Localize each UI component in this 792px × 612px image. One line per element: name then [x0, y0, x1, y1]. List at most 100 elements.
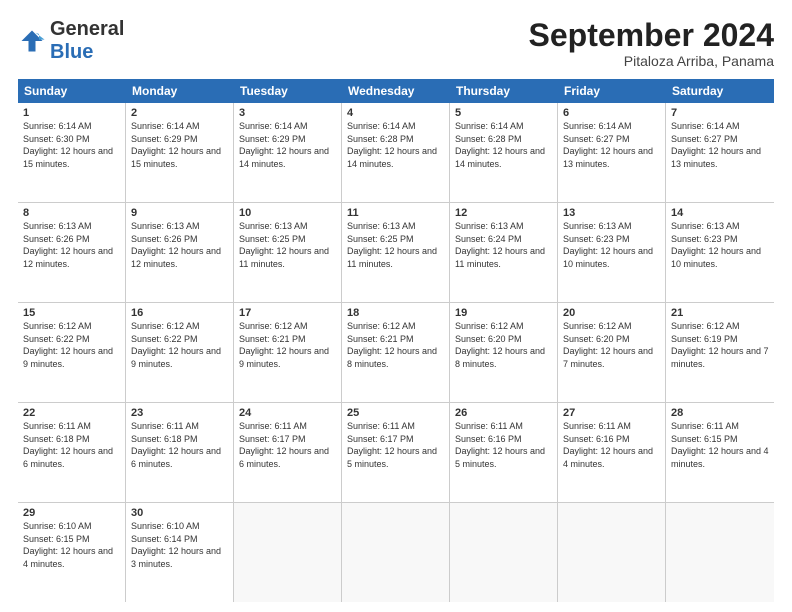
sunset-label: Sunset: 6:28 PM — [347, 134, 414, 144]
daylight-label: Daylight: 12 hours and 6 minutes. — [131, 446, 221, 469]
sunset-label: Sunset: 6:27 PM — [563, 134, 630, 144]
daylight-label: Daylight: 12 hours and 11 minutes. — [455, 246, 545, 269]
sunset-label: Sunset: 6:25 PM — [239, 234, 306, 244]
page: General Blue September 2024 Pitaloza Arr… — [0, 0, 792, 612]
sunrise-label: Sunrise: 6:10 AM — [23, 521, 92, 531]
day-cell-30: 30 Sunrise: 6:10 AM Sunset: 6:14 PM Dayl… — [126, 503, 234, 602]
day-header-monday: Monday — [126, 79, 234, 103]
day-cell-14: 14 Sunrise: 6:13 AM Sunset: 6:23 PM Dayl… — [666, 203, 774, 302]
sunset-label: Sunset: 6:30 PM — [23, 134, 90, 144]
sunrise-label: Sunrise: 6:14 AM — [671, 121, 740, 131]
day-info: Sunrise: 6:14 AM Sunset: 6:29 PM Dayligh… — [239, 120, 336, 170]
day-cell-6: 6 Sunrise: 6:14 AM Sunset: 6:27 PM Dayli… — [558, 103, 666, 202]
day-number: 20 — [563, 307, 660, 319]
day-info: Sunrise: 6:13 AM Sunset: 6:26 PM Dayligh… — [23, 220, 120, 270]
logo-text: General Blue — [50, 18, 124, 64]
daylight-label: Daylight: 12 hours and 13 minutes. — [563, 146, 653, 169]
day-number: 10 — [239, 207, 336, 219]
day-number: 28 — [671, 407, 769, 419]
day-cell-2: 2 Sunrise: 6:14 AM Sunset: 6:29 PM Dayli… — [126, 103, 234, 202]
day-number: 13 — [563, 207, 660, 219]
sunset-label: Sunset: 6:26 PM — [131, 234, 198, 244]
daylight-label: Daylight: 12 hours and 14 minutes. — [239, 146, 329, 169]
day-number: 24 — [239, 407, 336, 419]
empty-cell — [558, 503, 666, 602]
day-cell-1: 1 Sunrise: 6:14 AM Sunset: 6:30 PM Dayli… — [18, 103, 126, 202]
daylight-label: Daylight: 12 hours and 4 minutes. — [563, 446, 653, 469]
sunset-label: Sunset: 6:21 PM — [239, 334, 306, 344]
day-cell-18: 18 Sunrise: 6:12 AM Sunset: 6:21 PM Dayl… — [342, 303, 450, 402]
day-info: Sunrise: 6:12 AM Sunset: 6:22 PM Dayligh… — [131, 320, 228, 370]
sunrise-label: Sunrise: 6:13 AM — [347, 221, 416, 231]
daylight-label: Daylight: 12 hours and 3 minutes. — [131, 546, 221, 569]
calendar-week-4: 22 Sunrise: 6:11 AM Sunset: 6:18 PM Dayl… — [18, 403, 774, 503]
daylight-label: Daylight: 12 hours and 8 minutes. — [455, 346, 545, 369]
sunrise-label: Sunrise: 6:11 AM — [671, 421, 739, 431]
sunset-label: Sunset: 6:15 PM — [671, 434, 738, 444]
day-info: Sunrise: 6:11 AM Sunset: 6:18 PM Dayligh… — [131, 420, 228, 470]
day-number: 11 — [347, 207, 444, 219]
empty-cell — [234, 503, 342, 602]
day-number: 14 — [671, 207, 769, 219]
day-cell-5: 5 Sunrise: 6:14 AM Sunset: 6:28 PM Dayli… — [450, 103, 558, 202]
day-number: 23 — [131, 407, 228, 419]
calendar-week-3: 15 Sunrise: 6:12 AM Sunset: 6:22 PM Dayl… — [18, 303, 774, 403]
day-number: 21 — [671, 307, 769, 319]
day-number: 16 — [131, 307, 228, 319]
day-cell-29: 29 Sunrise: 6:10 AM Sunset: 6:15 PM Dayl… — [18, 503, 126, 602]
sunset-label: Sunset: 6:16 PM — [563, 434, 630, 444]
day-number: 30 — [131, 507, 228, 519]
day-number: 12 — [455, 207, 552, 219]
sunset-label: Sunset: 6:28 PM — [455, 134, 522, 144]
day-cell-17: 17 Sunrise: 6:12 AM Sunset: 6:21 PM Dayl… — [234, 303, 342, 402]
sunset-label: Sunset: 6:18 PM — [23, 434, 90, 444]
sunset-label: Sunset: 6:29 PM — [131, 134, 198, 144]
sunrise-label: Sunrise: 6:12 AM — [131, 321, 200, 331]
day-cell-12: 12 Sunrise: 6:13 AM Sunset: 6:24 PM Dayl… — [450, 203, 558, 302]
daylight-label: Daylight: 12 hours and 11 minutes. — [347, 246, 437, 269]
sunrise-label: Sunrise: 6:11 AM — [455, 421, 523, 431]
calendar-week-2: 8 Sunrise: 6:13 AM Sunset: 6:26 PM Dayli… — [18, 203, 774, 303]
day-number: 15 — [23, 307, 120, 319]
day-info: Sunrise: 6:11 AM Sunset: 6:17 PM Dayligh… — [347, 420, 444, 470]
sunrise-label: Sunrise: 6:12 AM — [239, 321, 308, 331]
day-info: Sunrise: 6:11 AM Sunset: 6:16 PM Dayligh… — [455, 420, 552, 470]
sunrise-label: Sunrise: 6:11 AM — [239, 421, 307, 431]
day-number: 29 — [23, 507, 120, 519]
daylight-label: Daylight: 12 hours and 9 minutes. — [131, 346, 221, 369]
empty-cell — [450, 503, 558, 602]
daylight-label: Daylight: 12 hours and 10 minutes. — [671, 246, 761, 269]
daylight-label: Daylight: 12 hours and 9 minutes. — [23, 346, 113, 369]
calendar-week-5: 29 Sunrise: 6:10 AM Sunset: 6:15 PM Dayl… — [18, 503, 774, 602]
day-number: 27 — [563, 407, 660, 419]
sunrise-label: Sunrise: 6:11 AM — [563, 421, 631, 431]
day-info: Sunrise: 6:12 AM Sunset: 6:20 PM Dayligh… — [563, 320, 660, 370]
calendar-week-1: 1 Sunrise: 6:14 AM Sunset: 6:30 PM Dayli… — [18, 103, 774, 203]
day-cell-24: 24 Sunrise: 6:11 AM Sunset: 6:17 PM Dayl… — [234, 403, 342, 502]
day-info: Sunrise: 6:13 AM Sunset: 6:23 PM Dayligh… — [563, 220, 660, 270]
day-number: 5 — [455, 107, 552, 119]
day-info: Sunrise: 6:11 AM Sunset: 6:18 PM Dayligh… — [23, 420, 120, 470]
day-cell-13: 13 Sunrise: 6:13 AM Sunset: 6:23 PM Dayl… — [558, 203, 666, 302]
sunset-label: Sunset: 6:17 PM — [239, 434, 306, 444]
sunrise-label: Sunrise: 6:13 AM — [671, 221, 740, 231]
day-number: 18 — [347, 307, 444, 319]
day-number: 1 — [23, 107, 120, 119]
sunset-label: Sunset: 6:26 PM — [23, 234, 90, 244]
day-number: 17 — [239, 307, 336, 319]
sunset-label: Sunset: 6:23 PM — [563, 234, 630, 244]
daylight-label: Daylight: 12 hours and 14 minutes. — [347, 146, 437, 169]
daylight-label: Daylight: 12 hours and 12 minutes. — [23, 246, 113, 269]
day-cell-27: 27 Sunrise: 6:11 AM Sunset: 6:16 PM Dayl… — [558, 403, 666, 502]
sunset-label: Sunset: 6:22 PM — [23, 334, 90, 344]
sunset-label: Sunset: 6:25 PM — [347, 234, 414, 244]
day-cell-28: 28 Sunrise: 6:11 AM Sunset: 6:15 PM Dayl… — [666, 403, 774, 502]
header: General Blue September 2024 Pitaloza Arr… — [18, 18, 774, 69]
sunrise-label: Sunrise: 6:10 AM — [131, 521, 200, 531]
sunrise-label: Sunrise: 6:12 AM — [347, 321, 416, 331]
day-number: 9 — [131, 207, 228, 219]
sunset-label: Sunset: 6:19 PM — [671, 334, 738, 344]
sunrise-label: Sunrise: 6:14 AM — [239, 121, 308, 131]
sunrise-label: Sunrise: 6:12 AM — [563, 321, 632, 331]
daylight-label: Daylight: 12 hours and 15 minutes. — [23, 146, 113, 169]
